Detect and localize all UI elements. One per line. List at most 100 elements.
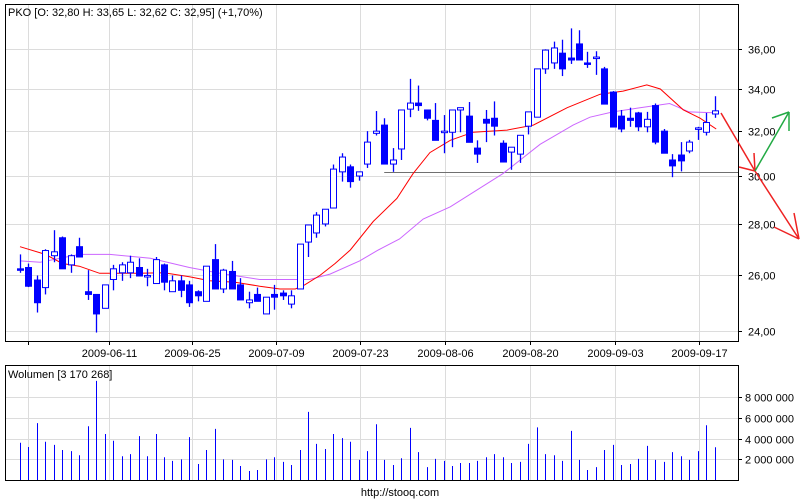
price-tick-label: 36,00: [748, 45, 776, 57]
price-tick-label: 34,00: [748, 85, 776, 97]
candle-body-down: [347, 166, 354, 183]
candle-body-down: [381, 124, 388, 165]
candle-body-up: [263, 296, 270, 315]
candle-body-down: [601, 68, 608, 105]
background: [0, 0, 800, 500]
candle-body-up: [517, 134, 524, 155]
candle-body-up: [703, 122, 710, 133]
candle: [186, 280, 193, 307]
candle: [652, 103, 659, 145]
volume-tick-label: 4 000 000: [745, 435, 794, 447]
candle-body-down: [652, 105, 659, 143]
candle: [263, 296, 270, 315]
candle-body-down: [212, 259, 219, 290]
candle-body-down: [25, 266, 32, 287]
candle-body-down: [93, 293, 100, 315]
candle-body-up: [127, 261, 134, 274]
date-tick-label: 2009-09-17: [671, 348, 727, 360]
footer-link[interactable]: http://stooq.com: [361, 487, 439, 499]
candle-body-down: [85, 291, 92, 295]
candle-body-down: [618, 115, 625, 130]
candle: [297, 243, 304, 290]
volume-tick-label: 6 000 000: [745, 414, 794, 426]
candle-body-down: [669, 159, 676, 167]
date-tick-label: 2009-08-06: [417, 348, 473, 360]
candle-body-up: [297, 243, 304, 290]
candle-body-down: [178, 280, 185, 291]
candle-body-down: [576, 43, 583, 61]
candle-body-up: [695, 127, 702, 130]
candle: [59, 236, 66, 270]
candle-body-down: [635, 112, 642, 128]
candle-body-down: [559, 52, 566, 70]
candle-body-up: [593, 56, 600, 60]
candle-body-up: [330, 168, 337, 209]
candle-body-up: [449, 109, 456, 133]
candle-body-up: [525, 111, 532, 127]
candle-body-down: [415, 102, 422, 107]
candle-body-up: [407, 102, 414, 110]
candle-body-down: [161, 264, 168, 283]
candle-body-down: [483, 118, 490, 124]
candle-body-up: [390, 159, 397, 165]
candle-body-down: [500, 142, 507, 163]
candle-body-up: [339, 156, 346, 173]
candle-body-up: [508, 146, 515, 153]
candle-body-up: [542, 49, 549, 70]
date-tick-label: 2009-07-09: [248, 348, 304, 360]
candle-body-down: [424, 109, 431, 119]
candle-body-down: [254, 293, 261, 302]
candle-body-up: [686, 141, 693, 152]
candle-body-up: [51, 251, 58, 257]
candle-body-down: [17, 268, 24, 271]
candle-body-down: [584, 62, 591, 65]
candle: [322, 208, 329, 227]
candle-body-down: [186, 284, 193, 304]
candle-body-up: [356, 171, 363, 177]
volume-tick-label: 8 000 000: [745, 393, 794, 405]
candle-body-down: [136, 266, 143, 277]
candle-body-down: [432, 119, 439, 141]
candle-body-up: [68, 255, 75, 266]
candle: [42, 249, 49, 295]
candle-body-down: [491, 117, 498, 127]
candle-body-up: [203, 265, 210, 302]
volume-tick-label: 2 000 000: [745, 455, 794, 467]
volume-title: Wolumen [3 170 268]: [8, 369, 112, 381]
candle-body-down: [568, 57, 575, 61]
candle-body-up: [534, 68, 541, 118]
candle-body-down: [271, 293, 278, 298]
price-tick-label: 24,00: [748, 327, 776, 339]
candle-body-up: [305, 224, 312, 243]
date-tick-label: 2009-09-03: [587, 348, 643, 360]
candle-body-up: [153, 259, 160, 285]
candle: [220, 268, 227, 294]
candle-body-up: [373, 130, 380, 134]
candle-body-up: [102, 284, 109, 309]
candle-body-down: [661, 130, 668, 154]
candle-body-up: [119, 264, 126, 274]
candle-body-down: [59, 237, 66, 270]
candle-body-up: [551, 47, 558, 64]
candle-body-down: [627, 117, 634, 121]
candle-body-up: [712, 110, 719, 115]
candle-body-up: [246, 299, 253, 304]
candle: [686, 139, 693, 154]
candle: [203, 265, 210, 302]
candle-body-down: [76, 246, 83, 258]
candle-body-down: [466, 115, 473, 143]
date-tick-label: 2009-07-23: [332, 348, 388, 360]
candle: [25, 263, 32, 288]
candle-body-up: [644, 118, 651, 128]
candle-body-down: [610, 91, 617, 128]
price-tick-label: 26,00: [748, 271, 776, 283]
candle-body-down: [229, 270, 236, 290]
chart-title: PKO [O: 32,80 H: 33,65 L: 32,62 C: 32,95…: [8, 7, 263, 19]
date-tick-label: 2009-06-11: [82, 348, 137, 360]
candle: [381, 118, 388, 165]
candle-body-up: [364, 141, 371, 165]
candle: [153, 257, 160, 285]
candle-body-up: [42, 250, 49, 289]
candle-body-down: [195, 291, 202, 297]
stock-chart: 24,0026,0028,0030,0032,0034,0036,00 2009…: [0, 0, 800, 500]
